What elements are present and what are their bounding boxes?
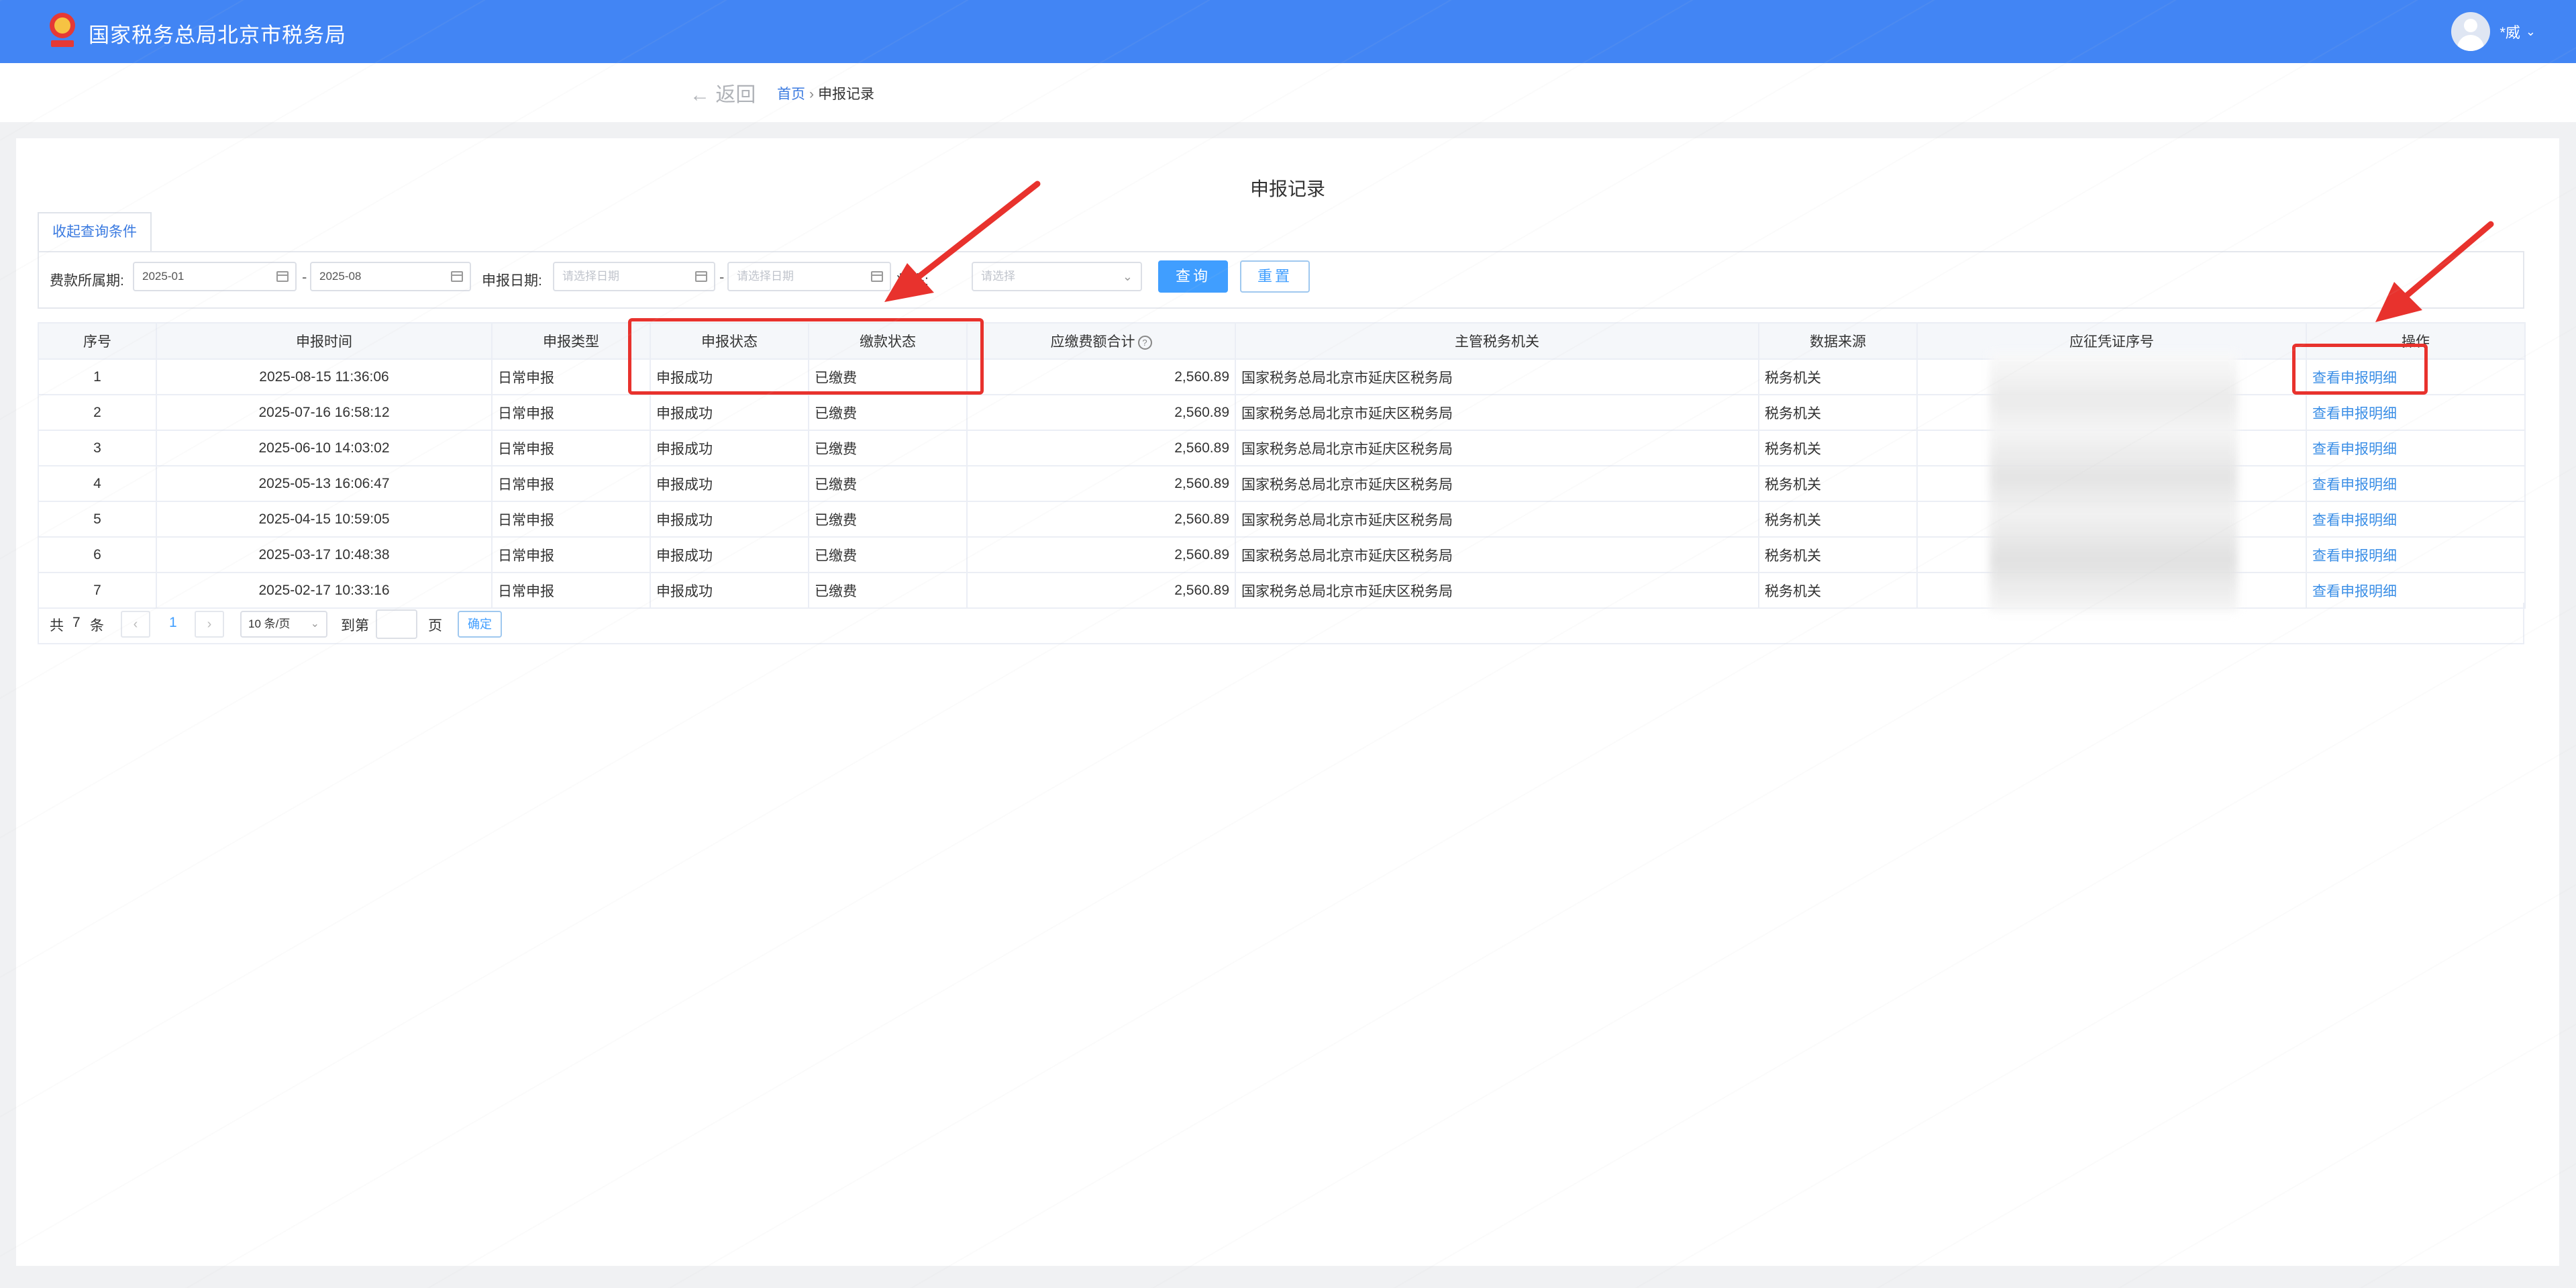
annotation-arrows [884, 181, 2494, 322]
arrow-line-right [2399, 221, 2494, 303]
arrow-line-left [911, 181, 1041, 284]
